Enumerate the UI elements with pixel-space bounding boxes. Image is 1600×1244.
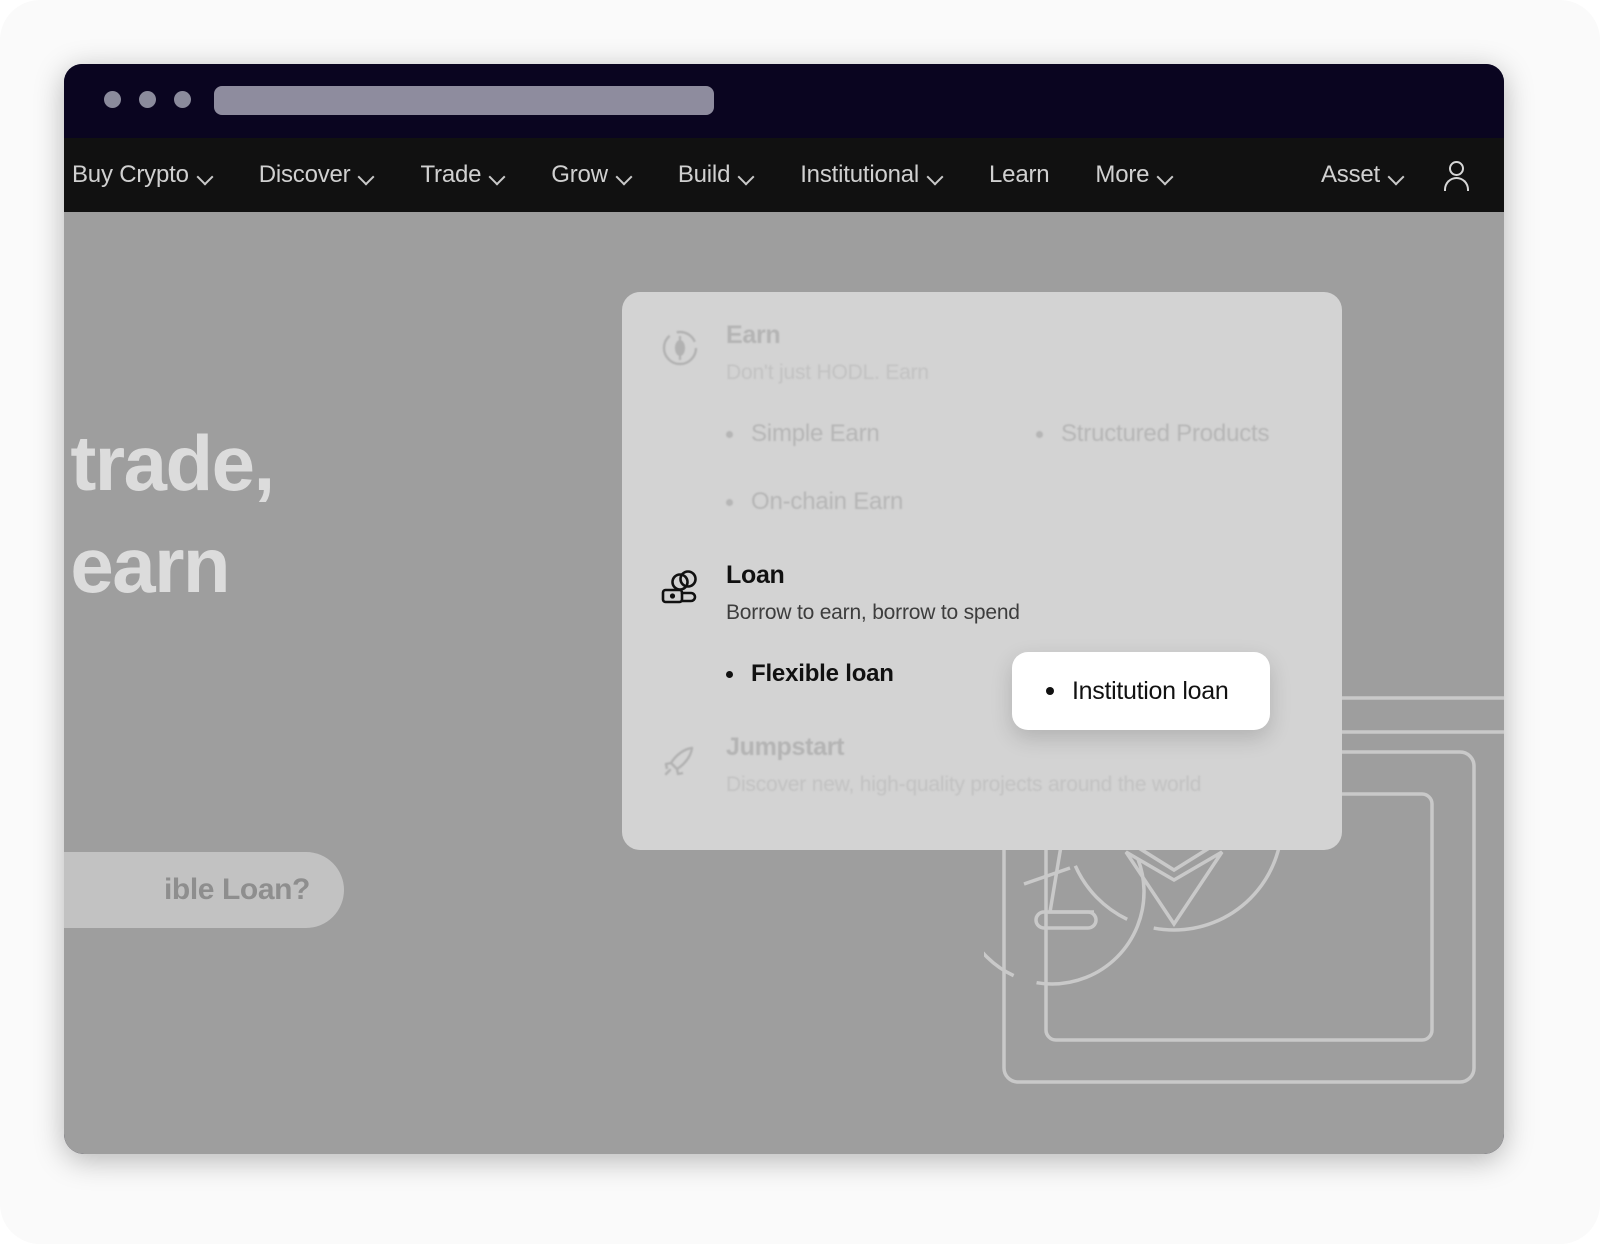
nav-item-buy-crypto[interactable]: Buy Crypto	[72, 161, 213, 189]
nav-item-discover[interactable]: Discover	[259, 161, 375, 189]
menu-item-structured-products[interactable]: Structured Products	[1036, 420, 1342, 448]
menu-item-simple-earn[interactable]: Simple Earn	[726, 420, 1036, 448]
nav-label: More	[1095, 161, 1150, 188]
hero-heading: o trade, o earn	[64, 412, 624, 616]
menu-section-loan-header[interactable]: Loan Borrow to earn, borrow to spend	[622, 560, 1342, 626]
chevron-down-icon	[928, 171, 943, 180]
menu-section-title: Jumpstart	[726, 733, 845, 761]
page-root: Buy Crypto Discover Trade Grow Build Ins	[0, 0, 1600, 1244]
nav-label: Asset	[1320, 161, 1380, 188]
menu-section-earn-items: Simple Earn Structured Products On-chain…	[622, 420, 1342, 516]
chevron-down-icon	[359, 171, 374, 180]
maximize-window-button[interactable]	[174, 91, 191, 108]
nav-label: Institutional	[800, 161, 920, 188]
bullet-icon	[726, 498, 733, 506]
bullet-icon	[1036, 430, 1043, 438]
nav-label: Build	[677, 161, 731, 188]
chevron-down-icon	[198, 171, 213, 180]
nav-label: Buy Crypto	[72, 161, 189, 188]
bullet-icon	[1046, 687, 1054, 695]
menu-section-jumpstart-header[interactable]: Jumpstart Discover new, high-quality pro…	[622, 732, 1342, 798]
menu-section-earn: Earn Don't just HODL. Earn Simple Earn S…	[622, 320, 1342, 516]
nav-item-more[interactable]: More	[1095, 161, 1173, 189]
menu-section-earn-header[interactable]: Earn Don't just HODL. Earn	[622, 320, 1342, 386]
nav-label: Discover	[258, 161, 351, 188]
nav-label: Grow	[551, 161, 608, 188]
address-bar-input[interactable]	[214, 86, 714, 115]
chevron-down-icon	[1389, 171, 1404, 180]
nav-right-group: Asset	[1321, 158, 1504, 192]
hero-cta-button[interactable]: ible Loan?	[64, 852, 344, 928]
menu-item-flexible-loan[interactable]: Flexible loan	[726, 660, 1036, 688]
rocket-icon	[664, 746, 694, 776]
chevron-down-icon	[617, 171, 632, 180]
browser-title-bar	[64, 64, 1504, 138]
nav-label: Learn	[989, 161, 1050, 188]
menu-section-title: Earn	[726, 321, 781, 349]
chevron-down-icon	[1158, 171, 1173, 180]
spotlight-institution-loan[interactable]: Institution loan	[1012, 652, 1270, 730]
menu-item-on-chain-earn[interactable]: On-chain Earn	[726, 488, 1036, 516]
chevron-down-icon	[739, 171, 754, 180]
user-icon-body	[1444, 177, 1469, 191]
menu-section-subtitle: Don't just HODL. Earn	[726, 361, 929, 384]
bullet-icon	[726, 670, 733, 678]
menu-section-jumpstart-text: Jumpstart Discover new, high-quality pro…	[726, 732, 1201, 798]
menu-item-label: Flexible loan	[751, 660, 894, 687]
nav-item-asset[interactable]: Asset	[1321, 161, 1404, 189]
nav-item-build[interactable]: Build	[678, 161, 754, 189]
hero-line-1: o trade,	[64, 419, 275, 507]
menu-section-loan-text: Loan Borrow to earn, borrow to spend	[726, 560, 1020, 626]
grow-mega-menu-panel: Earn Don't just HODL. Earn Simple Earn S…	[622, 292, 1342, 850]
nav-item-trade[interactable]: Trade	[420, 161, 505, 189]
nav-item-learn[interactable]: Learn	[989, 161, 1050, 189]
site-navigation-bar: Buy Crypto Discover Trade Grow Build Ins	[64, 138, 1504, 212]
bullet-icon	[726, 430, 733, 438]
spotlight-label: Institution loan	[1072, 676, 1229, 705]
menu-item-label: On-chain Earn	[751, 488, 904, 515]
menu-section-subtitle: Borrow to earn, borrow to spend	[726, 601, 1020, 624]
menu-section-jumpstart: Jumpstart Discover new, high-quality pro…	[622, 732, 1342, 798]
nav-item-grow[interactable]: Grow	[551, 161, 632, 189]
menu-section-subtitle: Discover new, high-quality projects arou…	[726, 773, 1202, 796]
menu-item-label: Structured Products	[1061, 420, 1270, 447]
traffic-lights	[104, 91, 191, 108]
nav-label: Trade	[420, 161, 482, 188]
nav-item-institutional[interactable]: Institutional	[800, 161, 943, 189]
user-icon[interactable]	[1440, 158, 1474, 192]
chevron-down-icon	[490, 171, 505, 180]
minimize-window-button[interactable]	[139, 91, 156, 108]
user-icon-head	[1449, 161, 1464, 176]
close-window-button[interactable]	[104, 91, 121, 108]
money-stack-icon	[661, 570, 697, 604]
hero-cta-label: ible Loan?	[163, 873, 310, 906]
menu-item-label: Simple Earn	[751, 420, 880, 447]
menu-section-earn-text: Earn Don't just HODL. Earn	[726, 320, 929, 386]
hero-line-2: o earn	[64, 521, 231, 609]
browser-window: Buy Crypto Discover Trade Grow Build Ins	[64, 64, 1504, 1154]
coin-icon	[662, 330, 698, 366]
menu-section-title: Loan	[726, 561, 785, 589]
